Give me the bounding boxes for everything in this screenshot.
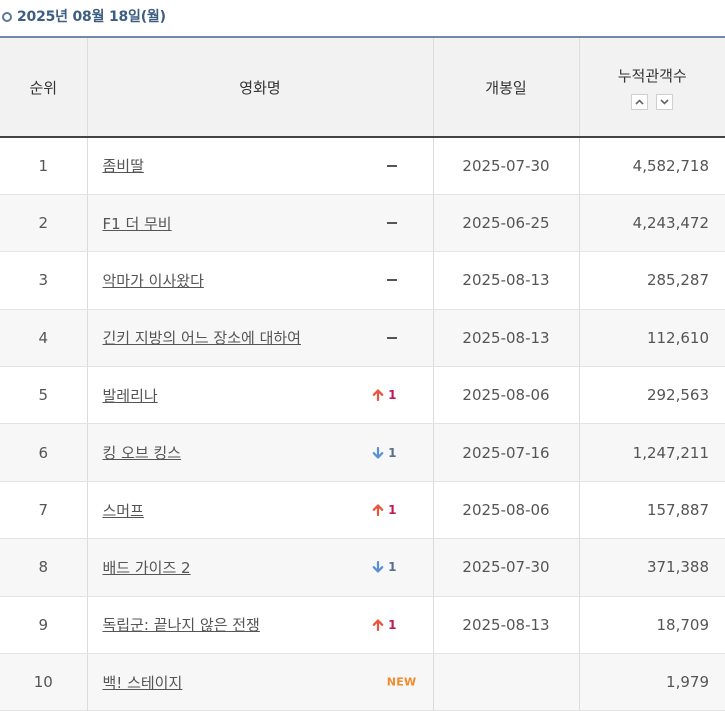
release-date-cell	[433, 654, 579, 711]
audience-cell: 292,563	[579, 367, 725, 424]
rank-change: 1	[372, 388, 396, 402]
audience-cell: 18,709	[579, 596, 725, 653]
movie-title-link[interactable]: 발레리나	[103, 387, 158, 405]
audience-cell: 1,979	[579, 654, 725, 711]
arrow-up-icon	[372, 504, 384, 516]
audience-cell: 112,610	[579, 309, 725, 366]
rank-cell: 3	[0, 252, 87, 309]
movie-title-link[interactable]: 배드 가이즈 2	[103, 559, 191, 577]
ranking-date: 2025년 08월 18일(월)	[17, 6, 166, 26]
arrow-down-icon	[372, 447, 384, 459]
release-date-cell: 2025-07-30	[433, 539, 579, 596]
title-cell: 악마가 이사왔다	[87, 252, 433, 309]
movie-title-link[interactable]: 긴키 지방의 어느 장소에 대하여	[103, 329, 301, 347]
sort-ascending-button[interactable]	[631, 94, 648, 110]
rank-cell: 6	[0, 424, 87, 481]
table-row: 7 스머프 1 2025-08-06157,887	[0, 481, 725, 538]
release-date-cell: 2025-08-13	[433, 309, 579, 366]
sort-descending-button[interactable]	[656, 94, 673, 110]
column-header-audience: 누적관객수	[579, 37, 725, 137]
rank-change-value: 1	[388, 503, 396, 517]
rank-change-value: 1	[388, 560, 396, 574]
release-date-cell: 2025-08-06	[433, 367, 579, 424]
table-row: 10 백! 스테이지 NEW 1,979	[0, 654, 725, 711]
audience-cell: 157,887	[579, 481, 725, 538]
rank-change-value: 1	[388, 446, 396, 460]
new-entry-badge: NEW	[387, 676, 417, 689]
table-row: 1 좀비딸 2025-07-304,582,718	[0, 137, 725, 194]
rank-unchanged-icon	[387, 279, 397, 281]
table-row: 8 배드 가이즈 2 1 2025-07-30371,388	[0, 539, 725, 596]
title-cell: 스머프 1	[87, 481, 433, 538]
table-row: 4 긴키 지방의 어느 장소에 대하여 2025-08-13112,610	[0, 309, 725, 366]
rank-change-value: 1	[388, 388, 396, 402]
title-cell: 발레리나 1	[87, 367, 433, 424]
circle-bullet-icon	[2, 12, 12, 22]
audience-cell: 1,247,211	[579, 424, 725, 481]
rank-cell: 7	[0, 481, 87, 538]
rank-change: 1	[372, 618, 396, 632]
rank-unchanged-icon	[387, 165, 397, 167]
chevron-up-icon	[635, 99, 644, 105]
rank-cell: 4	[0, 309, 87, 366]
movie-title-link[interactable]: 악마가 이사왔다	[103, 272, 204, 290]
arrow-up-icon	[372, 619, 384, 631]
rank-change: 1	[372, 503, 396, 517]
release-date-cell: 2025-08-13	[433, 252, 579, 309]
rank-change: 1	[372, 560, 396, 574]
rank-cell: 2	[0, 194, 87, 251]
rank-cell: 1	[0, 137, 87, 194]
date-header: 2025년 08월 18일(월)	[0, 0, 725, 36]
table-row: 2 F1 더 무비 2025-06-254,243,472	[0, 194, 725, 251]
arrow-up-icon	[372, 389, 384, 401]
rank-cell: 8	[0, 539, 87, 596]
rank-change-value: 1	[388, 618, 396, 632]
audience-cell: 371,388	[579, 539, 725, 596]
title-cell: 배드 가이즈 2 1	[87, 539, 433, 596]
table-row: 5 발레리나 1 2025-08-06292,563	[0, 367, 725, 424]
movie-title-link[interactable]: F1 더 무비	[103, 215, 172, 233]
rank-unchanged-icon	[387, 337, 397, 339]
box-office-table: 순위 영화명 개봉일 누적관객수 1좀비딸2025-07-304,582,718…	[0, 36, 725, 711]
audience-cell: 285,287	[579, 252, 725, 309]
title-cell: 좀비딸	[87, 137, 433, 194]
title-cell: 킹 오브 킹스 1	[87, 424, 433, 481]
release-date-cell: 2025-06-25	[433, 194, 579, 251]
column-header-audience-label: 누적관객수	[580, 65, 725, 86]
movie-title-link[interactable]: 백! 스테이지	[103, 674, 183, 692]
column-header-rank: 순위	[0, 37, 87, 137]
movie-title-link[interactable]: 독립군: 끝나지 않은 전쟁	[103, 616, 260, 634]
title-cell: 백! 스테이지 NEW	[87, 654, 433, 711]
movie-title-link[interactable]: 킹 오브 킹스	[103, 444, 182, 462]
audience-cell: 4,582,718	[579, 137, 725, 194]
rank-cell: 10	[0, 654, 87, 711]
title-cell: 긴키 지방의 어느 장소에 대하여	[87, 309, 433, 366]
release-date-cell: 2025-08-13	[433, 596, 579, 653]
column-header-title: 영화명	[87, 37, 433, 137]
sort-controls	[580, 94, 725, 110]
title-cell: 독립군: 끝나지 않은 전쟁 1	[87, 596, 433, 653]
table-row: 3 악마가 이사왔다 2025-08-13285,287	[0, 252, 725, 309]
rank-change: 1	[372, 446, 396, 460]
release-date-cell: 2025-07-16	[433, 424, 579, 481]
rank-cell: 9	[0, 596, 87, 653]
table-row: 9 독립군: 끝나지 않은 전쟁 1 2025-08-1318,709	[0, 596, 725, 653]
movie-title-link[interactable]: 스머프	[103, 502, 144, 520]
table-row: 6 킹 오브 킹스 1 2025-07-161,247,211	[0, 424, 725, 481]
release-date-cell: 2025-08-06	[433, 481, 579, 538]
release-date-cell: 2025-07-30	[433, 137, 579, 194]
chevron-down-icon	[660, 99, 669, 105]
movie-title-link[interactable]: 좀비딸	[103, 157, 144, 175]
table-header-row: 순위 영화명 개봉일 누적관객수	[0, 37, 725, 137]
rank-cell: 5	[0, 367, 87, 424]
arrow-down-icon	[372, 561, 384, 573]
audience-cell: 4,243,472	[579, 194, 725, 251]
column-header-release: 개봉일	[433, 37, 579, 137]
title-cell: F1 더 무비	[87, 194, 433, 251]
rank-unchanged-icon	[387, 222, 397, 224]
